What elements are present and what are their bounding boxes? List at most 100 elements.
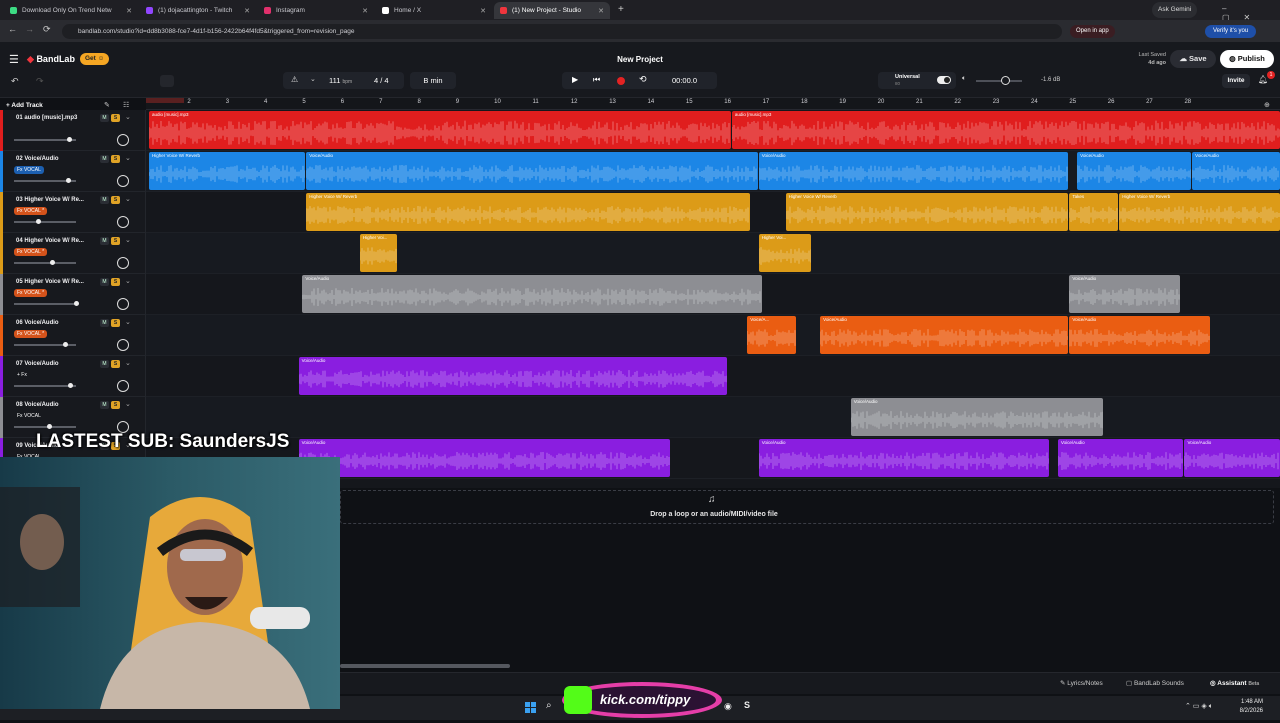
speaker-icon[interactable]: 🔈︎ <box>962 75 966 83</box>
horizontal-scrollbar[interactable] <box>340 664 510 668</box>
mute-button[interactable]: M <box>100 114 109 122</box>
mute-button[interactable]: M <box>100 360 109 368</box>
pan-dial[interactable] <box>117 257 129 269</box>
audio-clip[interactable]: Voice/Audio <box>302 275 762 313</box>
audio-clip[interactable]: Voice/Audio <box>758 152 1069 190</box>
track-lane[interactable] <box>146 233 1280 274</box>
track-header[interactable]: 06 Voice/Audio M S ⌄ Fx VOCAL * <box>0 315 146 356</box>
audio-clip[interactable]: Higher Voi... <box>758 234 812 272</box>
pencil-icon[interactable]: ✎ <box>104 101 110 109</box>
browser-tab[interactable]: Instagram ✕ <box>258 2 374 19</box>
browser-tab[interactable]: Download Only On Trend Netw ✕ <box>4 2 138 19</box>
search-icon[interactable]: ⌕ <box>546 700 552 711</box>
preset-toggle[interactable] <box>937 76 951 84</box>
mixer-icon[interactable]: ☷ <box>123 101 129 109</box>
reload-icon[interactable]: ⟳ <box>43 24 51 35</box>
fx-badge[interactable]: Fx VOCAL * <box>14 207 48 215</box>
fx-badge[interactable]: Fx VOCAL <box>14 166 44 174</box>
mute-button[interactable]: M <box>100 196 109 204</box>
pan-dial[interactable] <box>117 134 129 146</box>
solo-button[interactable]: S <box>111 278 120 286</box>
pan-dial[interactable] <box>117 298 129 310</box>
close-tab-icon[interactable]: ✕ <box>126 7 132 15</box>
mute-button[interactable]: M <box>100 401 109 409</box>
audio-clip[interactable]: Voice/Audio <box>850 398 1103 436</box>
verify-button[interactable]: Verify it's you <box>1205 25 1257 38</box>
mute-button[interactable]: M <box>100 278 109 286</box>
track-name[interactable]: 08 Voice/Audio <box>16 402 59 408</box>
audio-clip[interactable]: audio [music].mp3 <box>731 111 1280 149</box>
key-selector[interactable]: B min <box>410 72 456 89</box>
audio-clip[interactable]: Higher Voi... <box>359 234 398 272</box>
solo-button[interactable]: S <box>111 237 120 245</box>
publish-button[interactable]: ◍ Publish <box>1220 50 1274 68</box>
master-volume-slider[interactable] <box>976 80 1022 82</box>
track-name[interactable]: 01 audio [music].mp3 <box>16 115 77 121</box>
close-tab-icon[interactable]: ✕ <box>480 7 486 15</box>
pan-dial[interactable] <box>117 175 129 187</box>
chevron-down-icon[interactable]: ⌄ <box>125 359 131 367</box>
save-button[interactable]: ☁ Save <box>1170 50 1216 68</box>
pan-dial[interactable] <box>117 339 129 351</box>
chevron-down-icon[interactable]: ⌄ <box>125 400 131 408</box>
add-track-button[interactable]: + Add Track <box>6 102 43 109</box>
solo-button[interactable]: S <box>111 114 120 122</box>
audio-clip[interactable]: audio [music].mp3 <box>149 111 731 149</box>
fx-badge[interactable]: Fx VOCAL * <box>14 330 48 338</box>
assistant-button[interactable]: ◎ Assistant Beta <box>1210 679 1259 687</box>
solo-button[interactable]: S <box>111 401 120 409</box>
audio-clip[interactable]: Voice/Audio <box>1184 439 1280 477</box>
track-name[interactable]: 07 Voice/Audio <box>16 361 59 367</box>
metronome-icon[interactable]: ⚠ <box>291 75 298 84</box>
browser-tab[interactable]: Home / X ✕ <box>376 2 492 19</box>
mute-button[interactable]: M <box>100 237 109 245</box>
track-volume-knob[interactable] <box>63 342 69 347</box>
track-name[interactable]: 03 Higher Voice W/ Re... <box>16 197 84 203</box>
audio-clip[interactable]: Voice/A... <box>747 316 797 354</box>
redo-icon[interactable]: ↷ <box>36 76 44 87</box>
track-name[interactable]: 02 Voice/Audio <box>16 156 59 162</box>
tray-icons[interactable]: ⌃ ▭ ◈ 🔈︎ <box>1185 702 1213 711</box>
record-icon[interactable] <box>617 77 625 85</box>
address-bar[interactable]: bandlab.com/studio?id=dd8b3088-fce7-4d1f… <box>62 24 1062 39</box>
audio-clip[interactable]: Higher Voice W/ Reverb <box>149 152 306 190</box>
audio-clip[interactable]: Higher Voice W/ Reverb <box>1119 193 1280 231</box>
timeline-ruler[interactable]: 1234567891011121314151617181920212223242… <box>146 98 1280 110</box>
solo-button[interactable]: S <box>111 196 120 204</box>
audio-clip[interactable]: Takes <box>1069 193 1119 231</box>
track-volume-slider[interactable] <box>14 262 76 264</box>
track-name[interactable]: 05 Higher Voice W/ Re... <box>16 279 84 285</box>
play-icon[interactable]: ▶ <box>572 75 578 84</box>
chevron-down-icon[interactable]: ⌄ <box>125 113 131 121</box>
track-header[interactable]: 02 Voice/Audio M S ⌄ Fx VOCAL <box>0 151 146 192</box>
audio-clip[interactable]: Higher Voice W/ Reverb <box>306 193 751 231</box>
close-tab-icon[interactable]: ✕ <box>362 7 368 15</box>
track-volume-slider[interactable] <box>14 426 76 428</box>
audio-clip[interactable]: Voice/Audio <box>1057 439 1184 477</box>
track-volume-knob[interactable] <box>50 260 55 265</box>
chevron-down-icon[interactable]: ⌄ <box>125 277 131 285</box>
playhead-marker[interactable] <box>146 98 184 103</box>
track-volume-knob[interactable] <box>68 383 73 388</box>
fx-badge[interactable]: Fx VOCAL * <box>14 248 48 256</box>
lyrics-notes-button[interactable]: ✎ Lyrics/Notes <box>1060 679 1103 687</box>
audio-clip[interactable]: Voice/Audio <box>298 439 670 477</box>
track-lanes[interactable]: audio [music].mp3 audio [music].mp3 Higher… <box>146 110 1280 488</box>
undo-icon[interactable]: ↶ <box>11 76 19 87</box>
time-signature[interactable]: 4 / 4 <box>374 76 389 85</box>
track-lane[interactable] <box>146 397 1280 438</box>
drop-zone[interactable]: ♫ Drop a loop or an audio/MIDI/video fil… <box>340 490 1274 524</box>
chevron-down-icon[interactable]: ⌄ <box>125 195 131 203</box>
fx-badge[interactable]: Fx VOCAL * <box>14 289 48 297</box>
audio-clip[interactable]: Voice/Audio <box>1069 316 1211 354</box>
track-name[interactable]: 04 Higher Voice W/ Re... <box>16 238 84 244</box>
mute-button[interactable]: M <box>100 155 109 163</box>
project-title[interactable]: New Project <box>0 55 1280 64</box>
track-volume-knob[interactable] <box>47 424 52 429</box>
fx-badge[interactable]: Fx VOCAL <box>14 412 44 420</box>
audio-clip[interactable]: Voice/Audio <box>306 152 758 190</box>
invite-button[interactable]: Invite <box>1222 74 1250 88</box>
track-header[interactable]: 05 Higher Voice W/ Re... M S ⌄ Fx VOCAL * <box>0 274 146 315</box>
mute-button[interactable]: M <box>100 319 109 327</box>
close-tab-icon[interactable]: ✕ <box>598 7 604 15</box>
